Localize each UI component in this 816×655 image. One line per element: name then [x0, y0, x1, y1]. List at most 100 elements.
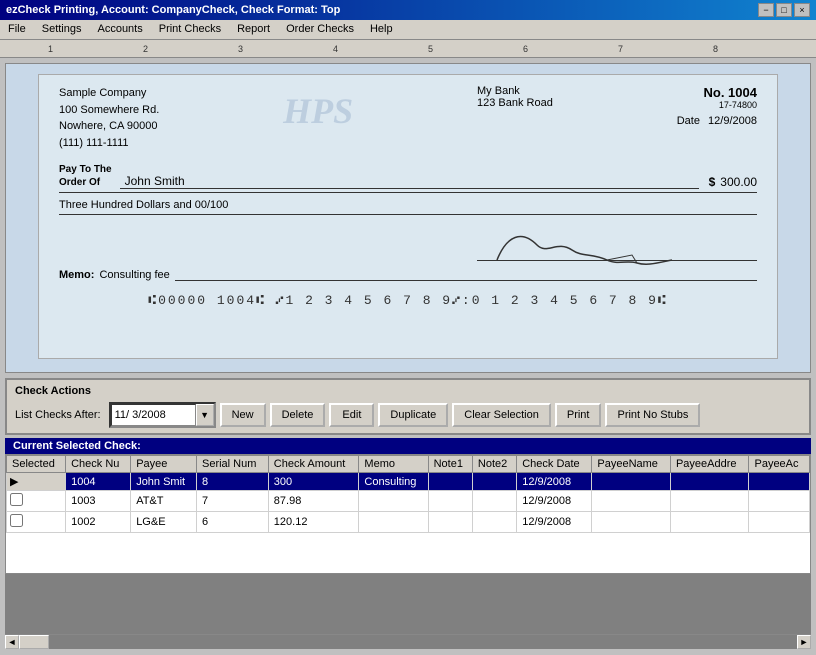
horizontal-scrollbar[interactable]: ◄ ► — [5, 634, 811, 648]
ruler-label-5: 5 — [428, 44, 433, 54]
date-input[interactable]: 11/ 3/2008 — [111, 404, 196, 426]
row-pointer-cell — [7, 512, 66, 533]
signature-area — [59, 230, 757, 261]
scroll-thumb[interactable] — [19, 635, 49, 649]
note1-cell — [428, 512, 472, 533]
check-number-area: No. 1004 17-74800 Date 12/9/2008 — [677, 85, 757, 151]
check-actions-title: Check Actions — [15, 385, 801, 397]
edit-button[interactable]: Edit — [329, 403, 374, 427]
table-row[interactable]: 1002LG&E6120.1212/9/2008 — [7, 512, 810, 533]
payee-name-cell — [592, 491, 671, 512]
ruler-label-8: 8 — [713, 44, 718, 54]
memo-value: Consulting fee — [99, 269, 169, 281]
bank-address: 123 Bank Road — [477, 97, 553, 109]
check-date-row: Date 12/9/2008 — [677, 115, 757, 127]
check-num-cell: 1003 — [66, 491, 131, 512]
maximize-button[interactable]: □ — [776, 3, 792, 17]
row-pointer-cell: ▶ — [7, 473, 66, 491]
row-pointer-cell — [7, 491, 66, 512]
table-header-row: Selected Check Nu Payee Serial Num Check… — [7, 456, 810, 473]
table-row[interactable]: ▶1004John Smit8300Consulting12/9/2008 — [7, 473, 810, 491]
date-input-container[interactable]: 11/ 3/2008 ▼ — [109, 402, 216, 428]
scroll-track[interactable] — [19, 635, 797, 649]
payee-name: John Smith — [120, 174, 699, 189]
pay-section: Pay To TheOrder Of John Smith $ 300.00 — [59, 163, 757, 193]
note1-cell — [428, 491, 472, 512]
new-button[interactable]: New — [220, 403, 266, 427]
scroll-left-button[interactable]: ◄ — [5, 635, 19, 649]
memo-cell — [359, 491, 428, 512]
ruler-label-2: 2 — [143, 44, 148, 54]
row-checkbox[interactable] — [10, 514, 23, 527]
col-payee-ac: PayeeAc — [749, 456, 810, 473]
menu-file[interactable]: File — [0, 22, 34, 37]
check-table-container[interactable]: Selected Check Nu Payee Serial Num Check… — [5, 454, 811, 574]
amount-cell: 87.98 — [268, 491, 359, 512]
company-address1: 100 Somewhere Rd. — [59, 102, 159, 119]
col-selected: Selected — [7, 456, 66, 473]
serial-cell: 8 — [196, 473, 268, 491]
col-serial: Serial Num — [196, 456, 268, 473]
hps-logo: HPS — [283, 90, 353, 151]
menu-print-checks[interactable]: Print Checks — [151, 22, 229, 37]
menu-report[interactable]: Report — [229, 22, 278, 37]
ruler-label-7: 7 — [618, 44, 623, 54]
title-text: ezCheck Printing, Account: CompanyCheck,… — [6, 4, 340, 16]
payee-addr-cell — [670, 512, 749, 533]
print-button[interactable]: Print — [555, 403, 602, 427]
written-amount: Three Hundred Dollars and 00/100 — [59, 199, 757, 215]
actions-row: List Checks After: 11/ 3/2008 ▼ New Dele… — [15, 402, 801, 428]
menu-order-checks[interactable]: Order Checks — [278, 22, 362, 37]
selected-check-bar: Current Selected Check: — [5, 438, 811, 454]
payee-ac-cell — [749, 473, 810, 491]
bank-name: My Bank — [477, 85, 553, 97]
memo-underline — [175, 280, 757, 281]
menu-help[interactable]: Help — [362, 22, 401, 37]
check-num-cell: 1002 — [66, 512, 131, 533]
signature-svg — [487, 225, 687, 270]
check-number: No. 1004 — [677, 85, 757, 100]
col-check-num: Check Nu — [66, 456, 131, 473]
window-controls[interactable]: − □ × — [758, 3, 810, 17]
payee-cell: John Smit — [131, 473, 197, 491]
menu-accounts[interactable]: Accounts — [89, 22, 150, 37]
title-bar: ezCheck Printing, Account: CompanyCheck,… — [0, 0, 816, 20]
note2-cell — [472, 491, 516, 512]
check-amount: 300.00 — [720, 175, 757, 189]
col-payee: Payee — [131, 456, 197, 473]
memo-label: Memo: — [59, 269, 94, 281]
payee-cell: LG&E — [131, 512, 197, 533]
menu-bar: File Settings Accounts Print Checks Repo… — [0, 20, 816, 40]
clear-selection-button[interactable]: Clear Selection — [452, 403, 551, 427]
scroll-right-button[interactable]: ► — [797, 635, 811, 649]
date-dropdown-button[interactable]: ▼ — [196, 404, 214, 426]
date-input-value: 11/ 3/2008 — [115, 409, 166, 421]
micr-line: ⑆00000 1004⑆ ⑇1 2 3 4 5 6 7 8 9⑇:0 1 2 3… — [59, 293, 757, 308]
check-table: Selected Check Nu Payee Serial Num Check… — [6, 455, 810, 533]
company-phone: (111) 111-1111 — [59, 135, 159, 152]
delete-button[interactable]: Delete — [270, 403, 326, 427]
row-checkbox[interactable] — [10, 493, 23, 506]
selected-check-label: Current Selected Check: — [13, 440, 141, 452]
duplicate-button[interactable]: Duplicate — [378, 403, 448, 427]
print-no-stubs-button[interactable]: Print No Stubs — [605, 403, 700, 427]
check-display-area: Sample Company 100 Somewhere Rd. Nowhere… — [5, 63, 811, 373]
menu-settings[interactable]: Settings — [34, 22, 90, 37]
col-amount: Check Amount — [268, 456, 359, 473]
amount-cell: 300 — [268, 473, 359, 491]
dollar-sign: $ — [709, 175, 716, 189]
date-cell: 12/9/2008 — [517, 512, 592, 533]
minimize-button[interactable]: − — [758, 3, 774, 17]
check-date-value: 12/9/2008 — [708, 115, 757, 127]
payee-ac-cell — [749, 512, 810, 533]
note2-cell — [472, 473, 516, 491]
ruler-label-6: 6 — [523, 44, 528, 54]
close-button[interactable]: × — [794, 3, 810, 17]
serial-cell: 7 — [196, 491, 268, 512]
col-memo: Memo — [359, 456, 428, 473]
payee-name-cell — [592, 512, 671, 533]
date-label: Date — [677, 115, 700, 127]
date-cell: 12/9/2008 — [517, 473, 592, 491]
table-row[interactable]: 1003AT&T787.9812/9/2008 — [7, 491, 810, 512]
check-actions-panel: Check Actions List Checks After: 11/ 3/2… — [5, 378, 811, 435]
